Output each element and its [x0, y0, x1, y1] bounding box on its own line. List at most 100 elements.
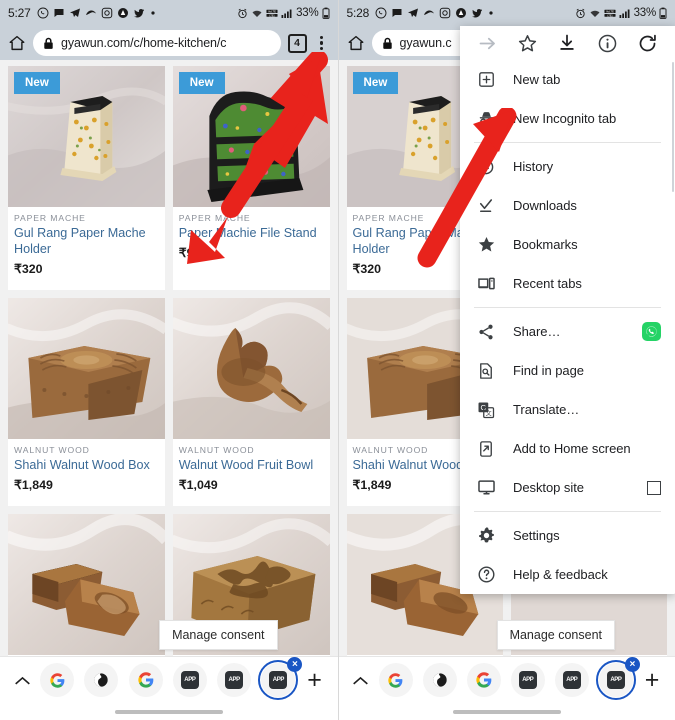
tab-item-app[interactable]: APP	[172, 663, 207, 697]
info-icon[interactable]	[594, 30, 620, 56]
menu-item-downloads[interactable]: Downloads	[460, 186, 675, 225]
alarm-icon	[237, 8, 248, 19]
add-to-home-icon	[476, 439, 496, 459]
plus-icon[interactable]: +	[301, 667, 329, 693]
product-meta: PAPER MACHE Paper Machie File Stand ₹999	[173, 207, 330, 260]
reload-icon[interactable]	[634, 30, 660, 56]
tab-item-google[interactable]	[40, 663, 75, 697]
plus-icon[interactable]: +	[638, 667, 666, 693]
product-card[interactable]: New	[172, 66, 330, 290]
menu-item-history[interactable]: History	[460, 147, 675, 186]
chevron-up-icon[interactable]	[348, 675, 374, 686]
menu-item-label: New Incognito tab	[513, 111, 617, 126]
product-card[interactable]	[8, 513, 165, 669]
status-bar-right-icons: VoLTE LTE1 33%	[575, 7, 667, 19]
tab-item-google[interactable]	[128, 663, 163, 697]
tab-item-app[interactable]: APP	[554, 663, 589, 697]
product-brand: PAPER MACHE	[178, 213, 251, 223]
menu-item-recent-tabs[interactable]: Recent tabs	[460, 264, 675, 303]
url-bar[interactable]: gyawun.com/c/home-kitchen/c	[33, 30, 281, 56]
product-meta: WALNUT WOOD Shahi Walnut Wood Box ₹1,849	[8, 439, 165, 492]
menu-item-help-feedback[interactable]: Help & feedback	[460, 555, 675, 594]
manage-consent-tooltip[interactable]: Manage consent	[159, 620, 278, 650]
find-in-page-icon	[476, 361, 496, 381]
gesture-bar	[339, 703, 675, 720]
tab-item-google[interactable]	[378, 663, 413, 697]
app-square-icon: APP	[269, 671, 288, 689]
product-image	[8, 513, 165, 655]
menu-scrollbar[interactable]	[671, 62, 674, 192]
product-name[interactable]: Walnut Wood Fruit Bowl	[179, 458, 324, 474]
tab-strip: APP APP APP × +	[339, 657, 675, 703]
home-icon[interactable]	[347, 34, 365, 52]
menu-item-translate[interactable]: G文 Translate…	[460, 390, 675, 429]
status-bar-right-icons: VoLTE LTE1 33%	[237, 7, 329, 19]
tab-item-app-active[interactable]: APP ×	[595, 657, 640, 700]
tab-item-globe[interactable]	[84, 663, 119, 697]
product-price: ₹999	[178, 245, 208, 260]
product-name[interactable]: Shahi Walnut Wood Box	[14, 458, 159, 474]
chevron-up-icon[interactable]	[9, 675, 35, 686]
downloads-icon	[476, 196, 496, 216]
tab-item-app[interactable]: APP	[217, 663, 252, 697]
product-card[interactable]: WALNUT WOOD Walnut Wood Fruit Bowl ₹1,04…	[172, 297, 330, 506]
tab-item-app-active[interactable]: APP ×	[258, 657, 303, 700]
incognito-icon	[476, 109, 496, 129]
menu-item-add-to-home-screen[interactable]: Add to Home screen	[460, 429, 675, 468]
three-dot-menu-icon[interactable]	[314, 35, 330, 51]
battery-icon	[322, 7, 330, 19]
twitter-icon	[471, 7, 483, 19]
app-square-icon: APP	[225, 671, 244, 689]
menu-item-new-incognito-tab[interactable]: New Incognito tab	[460, 99, 675, 138]
menu-item-label: Recent tabs	[513, 276, 582, 291]
web-page-content-left[interactable]: New PAPER MACHE Gul Rang Paper Mache Hol…	[0, 60, 338, 720]
menu-item-desktop-site[interactable]: Desktop site	[460, 468, 675, 507]
new-badge: New	[178, 72, 225, 94]
tab-count-button[interactable]: 4	[287, 33, 307, 53]
tab-item-app[interactable]: APP	[510, 663, 545, 697]
url-text: gyawun.c	[399, 36, 452, 50]
settings-gear-icon	[476, 526, 496, 546]
forward-arrow-icon[interactable]	[475, 30, 501, 56]
menu-item-label: Bookmarks	[513, 237, 578, 252]
product-card[interactable]: WALNUT WOOD Shahi Walnut Wood Box ₹1,849	[8, 297, 165, 506]
product-name[interactable]: Gul Rang Paper Mache Holder	[14, 226, 159, 258]
home-icon[interactable]	[8, 34, 26, 52]
share-target-slot[interactable]	[642, 322, 661, 341]
recent-tabs-icon	[476, 274, 496, 294]
menu-item-label: Settings	[513, 528, 560, 543]
product-image	[172, 297, 330, 439]
messages-icon	[391, 7, 403, 19]
help-icon	[476, 565, 496, 585]
product-price: ₹320	[14, 261, 43, 276]
menu-item-share[interactable]: Share…	[460, 312, 675, 351]
battery-percent: 33%	[633, 7, 657, 19]
product-card[interactable]: New	[8, 66, 165, 290]
desktop-site-checkbox-slot[interactable]	[647, 480, 661, 495]
battery-icon	[659, 7, 667, 19]
menu-item-label: Find in page	[513, 363, 584, 378]
dual-screenshot-stage: 5:27 VoLTE LTE1 33% gyawun.com/c/home-ki…	[0, 0, 675, 720]
history-icon	[476, 157, 496, 177]
whatsapp-icon[interactable]	[642, 322, 661, 341]
checkbox-unchecked-icon[interactable]	[647, 480, 661, 495]
status-time: 5:27	[8, 6, 31, 20]
menu-divider	[474, 142, 661, 143]
manage-consent-tooltip[interactable]: Manage consent	[496, 620, 615, 650]
tab-icons-wrap: APP APP APP ×	[374, 657, 640, 700]
tab-item-google[interactable]	[466, 663, 501, 697]
menu-item-bookmarks[interactable]: Bookmarks	[460, 225, 675, 264]
more-dot-icon	[149, 9, 157, 17]
product-price: ₹1,849	[14, 477, 53, 492]
star-icon[interactable]	[515, 30, 541, 56]
desktop-site-icon	[476, 478, 496, 498]
download-icon[interactable]	[554, 30, 580, 56]
menu-item-settings[interactable]: Settings	[460, 516, 675, 555]
product-brand: WALNUT WOOD	[14, 444, 90, 455]
menu-item-find-in-page[interactable]: Find in page	[460, 351, 675, 390]
product-name[interactable]: Paper Machie File Stand	[179, 226, 324, 242]
tab-strip: APP APP APP × +	[0, 657, 338, 703]
close-tab-icon[interactable]: ×	[624, 657, 640, 672]
tab-item-globe[interactable]	[422, 663, 457, 697]
menu-item-new-tab[interactable]: New tab	[460, 60, 675, 99]
